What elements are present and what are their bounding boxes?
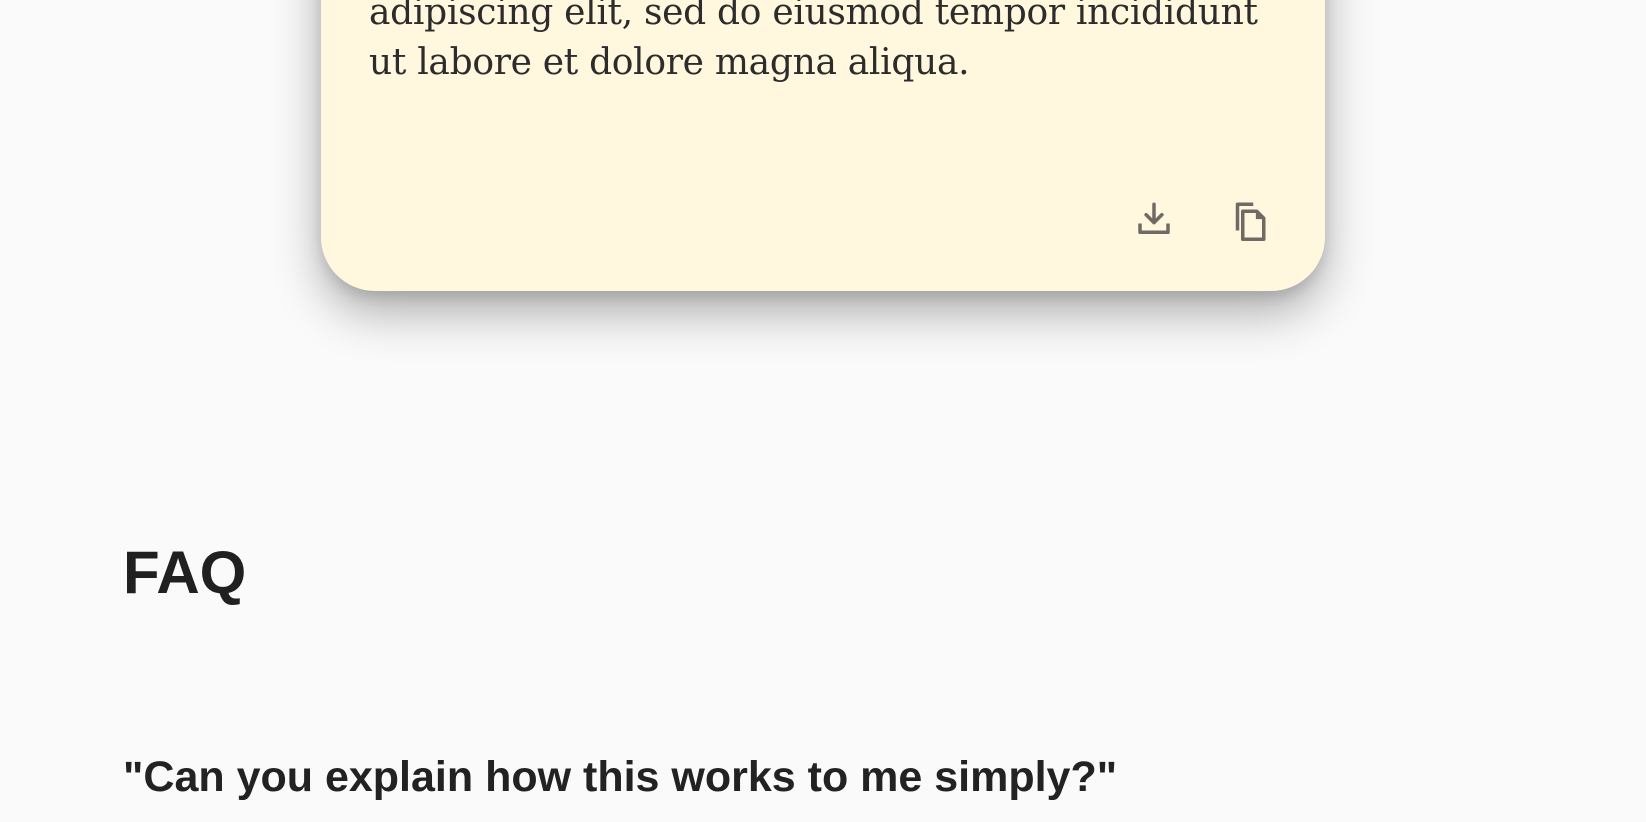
card-actions [1133,199,1269,241]
copy-icon [1235,202,1266,241]
faq-question[interactable]: "Can you explain how this works to me si… [123,749,1117,805]
note-text: adipiscing elit, sed do eiusmod tempor i… [369,0,1258,83]
faq-title: FAQ [123,539,247,606]
download-button[interactable] [1133,199,1175,241]
note-card: adipiscing elit, sed do eiusmod tempor i… [321,0,1325,291]
copy-button[interactable] [1227,199,1269,241]
download-icon [1138,202,1170,234]
